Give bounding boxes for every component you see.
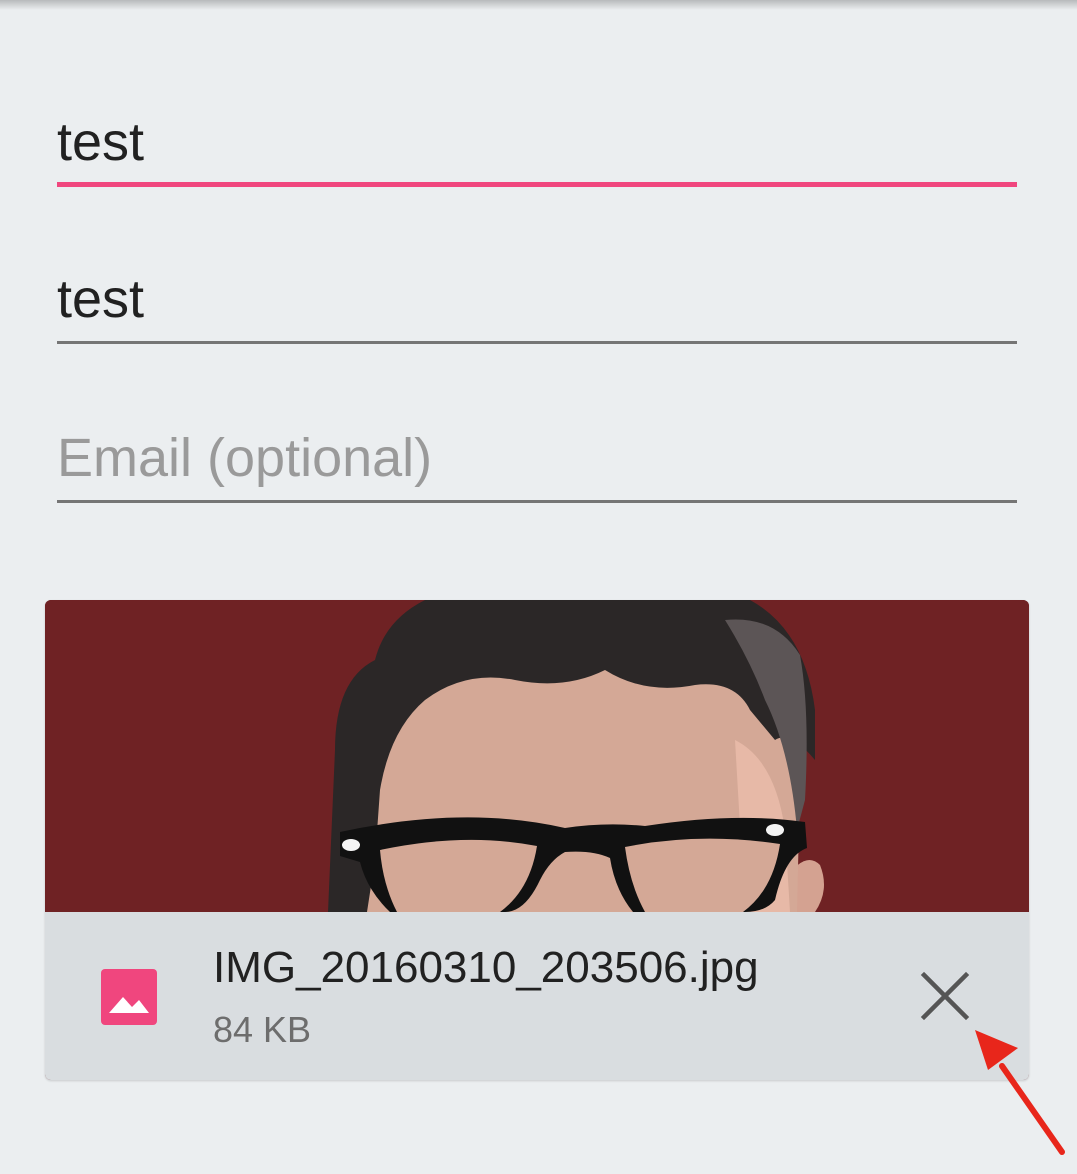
email-field[interactable]: Email (optional) [57, 423, 1017, 503]
email-field-placeholder[interactable]: Email (optional) [57, 431, 432, 485]
attachment-file-bar: IMG_20160310_203506.jpg 84 KB [45, 912, 1029, 1080]
text-field-2-underline [57, 341, 1017, 344]
text-field-1-underline [57, 182, 1017, 187]
attachment-file-name: IMG_20160310_203506.jpg [213, 943, 759, 992]
image-preview [45, 600, 1029, 912]
attachment-file-size: 84 KB [213, 1009, 312, 1050]
red-arrow-icon [975, 1030, 1065, 1155]
text-field-1[interactable]: test [57, 107, 1017, 187]
text-field-2-value[interactable]: test [57, 272, 144, 326]
app-bar-shadow [0, 0, 1077, 10]
attachment-card: IMG_20160310_203506.jpg 84 KB [45, 600, 1029, 1080]
text-field-2[interactable]: test [57, 264, 1017, 344]
image-icon [101, 969, 157, 1025]
email-field-underline [57, 500, 1017, 503]
text-field-1-value[interactable]: test [57, 115, 144, 169]
